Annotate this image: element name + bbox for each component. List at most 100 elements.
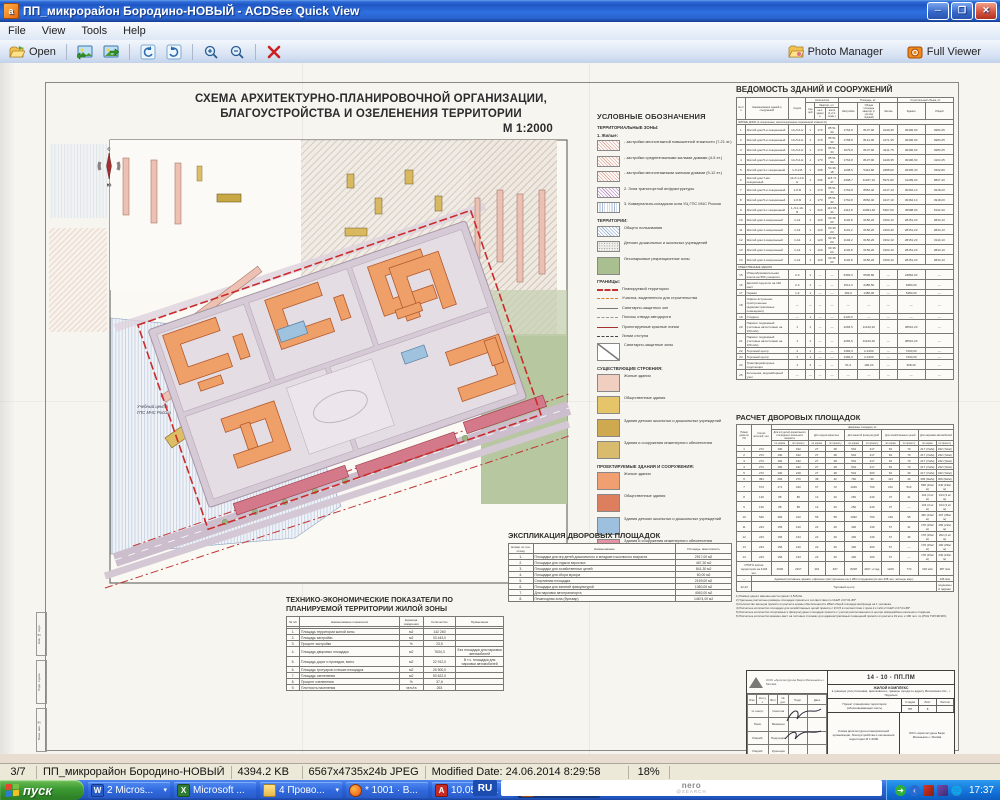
menu-view[interactable]: View xyxy=(34,24,74,38)
chevron-down-icon[interactable]: ▾ xyxy=(335,786,339,794)
table-cell: 14 xyxy=(737,255,746,265)
table-row: 767347144067721346700201510538 (16м/м)64… xyxy=(737,482,954,492)
window-titlebar[interactable]: a ПП_микрорайон Бородино-НОВЫЙ - ACDSee … xyxy=(0,0,1000,22)
table-row: 25Котельная, водозаборный узел————————— xyxy=(737,370,954,380)
table-cell: 55 xyxy=(808,512,825,522)
table-cell: 30462,10 xyxy=(897,195,925,205)
start-button[interactable]: пуск xyxy=(0,780,84,800)
table-cell: — xyxy=(925,334,953,348)
legend-swatch xyxy=(597,472,620,490)
legend-item: Проектируемые красные линии xyxy=(597,325,735,330)
courtyard-calculation-table: Номер дома по ПЗКол-во жителей, чел.Двор… xyxy=(736,424,954,592)
table-header-cell: Общая площадь квартир (с учетом лоджий) xyxy=(858,103,880,120)
table-header-cell: № док. xyxy=(777,695,788,705)
table-cell: Жилой дом 5-и секционный xyxy=(745,185,788,195)
table-cell: — xyxy=(925,296,953,314)
table-cell: 6156,20 xyxy=(858,255,880,265)
taskbar-button-firefox[interactable]: * 1001 · B... xyxy=(346,782,428,798)
table-cell: — xyxy=(825,270,838,280)
language-indicator[interactable]: RU xyxy=(473,780,497,796)
zoom-in-button[interactable] xyxy=(198,43,224,61)
image-canvas[interactable]: СХЕМА АРХИТЕКТУРНО-ПЛАНИРОВОЧНОЙ ОРГАНИЗ… xyxy=(0,63,1000,763)
rotate-right-button[interactable] xyxy=(161,43,187,61)
next-image-button[interactable] xyxy=(98,43,124,61)
photo-manager-button[interactable]: Photo Manager xyxy=(783,43,888,61)
legend: УСЛОВНЫЕ ОБОЗНАЧЕНИЯ ТЕРРИТОРИАЛЬНЫЕ ЗОН… xyxy=(597,112,735,599)
photo-manager-folder-icon xyxy=(788,44,804,60)
taskbar-button-folder[interactable]: 4 Прово...▾ xyxy=(260,782,342,798)
zoom-out-button[interactable] xyxy=(224,43,250,61)
nero-search-bar[interactable]: nero @SEARCH xyxy=(501,780,882,796)
table-cell: 5444,80 xyxy=(858,165,880,175)
table-cell: Жилой дом 5-и секционный xyxy=(745,135,788,145)
table-cell: 4217,10 xyxy=(880,185,897,195)
table-cell: 67 xyxy=(808,482,825,492)
table-row: Пров.Меженин xyxy=(748,718,827,731)
tray-display-icon[interactable] xyxy=(937,785,948,796)
table-cell: — xyxy=(838,296,858,314)
table-cell: Жилой дом 1-секционный xyxy=(745,215,788,225)
toolbar-separator xyxy=(129,44,130,60)
table-cell: Жилой дом 3-х секционный xyxy=(745,205,788,215)
table-cell: 89 xyxy=(789,502,809,512)
restore-button[interactable]: ❐ xyxy=(951,2,973,20)
clock[interactable]: 17:37 xyxy=(965,785,994,796)
table-cell: — xyxy=(880,270,897,280)
table-cell: 60 36 24 xyxy=(825,215,838,225)
table-cell: Жилой дом 1-секционный xyxy=(745,245,788,255)
table-cell: 318 м/м xyxy=(919,562,936,576)
table-cell: 5971,80 xyxy=(880,175,897,185)
table-row: 5Жилой дом 3-х секционный1-Л-2-Б110854 3… xyxy=(737,165,954,175)
previous-image-button[interactable] xyxy=(72,43,98,61)
table-cell: 282 (21м/м) xyxy=(936,522,953,532)
table-cell: Паркинг подземный (гостевые автостоянки … xyxy=(745,320,788,334)
table-cell: 28151,20 xyxy=(897,215,925,225)
table-cell: 104 (3 м/м) xyxy=(936,502,953,512)
tray-antivirus-icon[interactable] xyxy=(923,785,934,796)
table-cell: 11 xyxy=(737,522,752,532)
table-cell: — xyxy=(899,502,919,512)
table-cell: — xyxy=(925,270,953,280)
table-cell: 7 xyxy=(737,185,746,195)
tray-network-icon[interactable]: 🌐 xyxy=(951,785,962,796)
table-row: 22,23Торговый центрподземный паркинг xyxy=(737,582,954,592)
table-cell: 700 xyxy=(862,482,882,492)
menu-tools[interactable]: Tools xyxy=(73,24,115,38)
tray-arrow-icon[interactable]: ➜ xyxy=(895,785,906,796)
table-cell: 8052,40 xyxy=(858,195,880,205)
minimize-button[interactable]: ─ xyxy=(927,2,949,20)
pdf-icon xyxy=(435,784,448,797)
full-viewer-button[interactable]: Full Viewer xyxy=(902,43,986,61)
table-cell: 140 xyxy=(789,522,809,532)
legend-label: 3. Коммунально-складская зона УЦ ГПС МЧС… xyxy=(624,202,721,207)
open-button[interactable]: Open xyxy=(4,43,61,61)
table-cell: 240 xyxy=(862,502,882,512)
menu-help[interactable]: Help xyxy=(115,24,154,38)
table-cell: 170 xyxy=(815,195,826,205)
table-cell: 1102,8 xyxy=(838,255,858,265)
table-cell: 28151,20 xyxy=(897,225,925,235)
table-row: 8.Пешеходная зона (бульвар)14674,00 м2 xyxy=(509,596,732,602)
chevron-down-icon[interactable]: ▾ xyxy=(163,786,167,794)
tray-chevron-icon[interactable]: ‹ xyxy=(909,785,920,796)
taskbar-button-word[interactable]: 2 Micros...▾ xyxy=(88,782,170,798)
table-row: 4Жилой дом 5-и секционный14-Л-2-Н117085 … xyxy=(737,155,954,165)
table-cell: — xyxy=(899,542,919,552)
table-cell: 202 (2 м/м) xyxy=(936,532,953,542)
close-button[interactable]: ✕ xyxy=(975,2,997,20)
table-cell: 546 xyxy=(752,512,772,522)
word-icon xyxy=(91,784,104,797)
legend-item: Санитарно-защитных зон xyxy=(597,306,735,311)
taskbar-button-excel[interactable]: Microsoft ... xyxy=(174,782,256,798)
table-cell: 8107,90 xyxy=(858,155,880,165)
rotate-left-button[interactable] xyxy=(135,43,161,61)
table-cell: 446 xyxy=(845,522,862,532)
delete-button[interactable] xyxy=(261,43,287,61)
next-image-icon xyxy=(103,44,119,60)
table-cell: В т.ч. площадки для парковки автомобилей xyxy=(456,657,504,667)
menu-file[interactable]: File xyxy=(0,24,34,38)
legend-item: 3. Коммунально-складская зона УЦ ГПС МЧС… xyxy=(597,202,735,213)
table-cell: 2917 xyxy=(789,562,809,576)
table-cell: Детский сад-ясли на 140 мест xyxy=(745,280,788,290)
table-header-cell: Наименование показателя xyxy=(300,617,400,627)
